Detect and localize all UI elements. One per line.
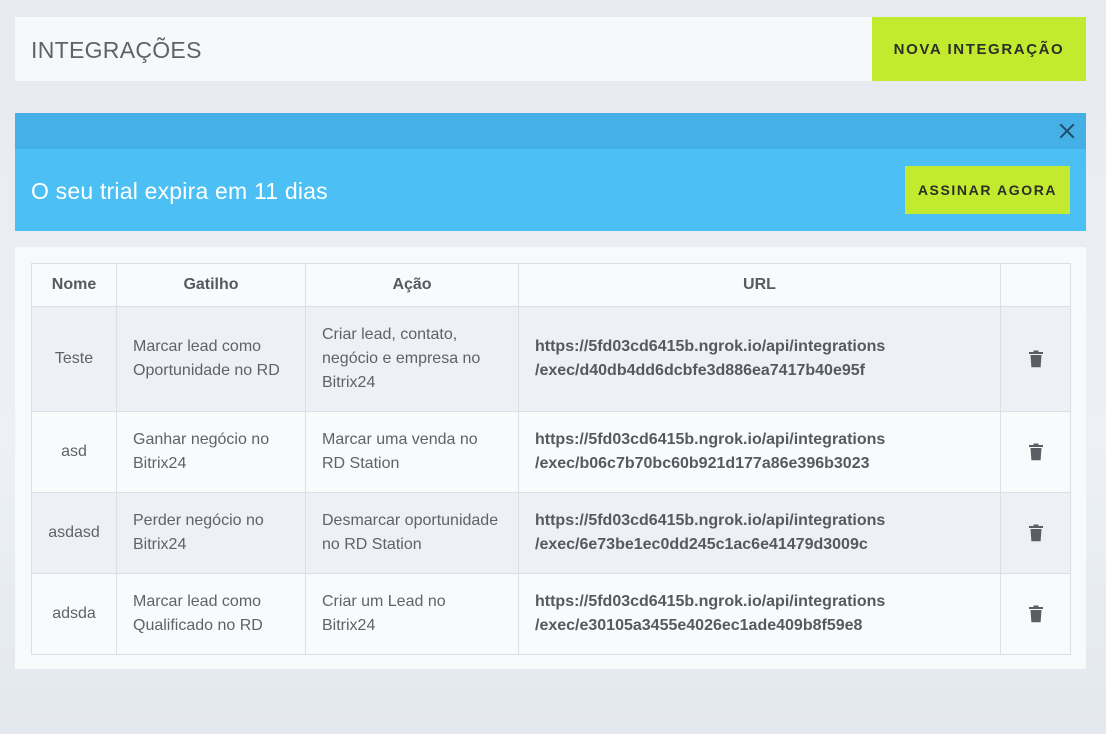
column-header-trigger: Gatilho [116,263,306,307]
cell-action: Marcar uma venda no RD Station [305,411,519,493]
integrations-table: Nome Gatilho Ação URL Teste Marcar lead … [31,263,1071,655]
trash-icon[interactable] [1028,524,1044,542]
url-line-1: https://5fd03cd6415b.ngrok.io/api/integr… [535,593,886,610]
integrations-panel: Nome Gatilho Ação URL Teste Marcar lead … [15,247,1086,669]
table-row: asdasd Perder negócio no Bitrix24 Desmar… [31,492,1071,574]
cell-action: Criar lead, contato, negócio e empresa n… [305,306,519,412]
cell-trigger: Marcar lead como Qualificado no RD [116,573,306,655]
cell-url: https://5fd03cd6415b.ngrok.io/api/integr… [518,411,1001,493]
column-header-name: Nome [31,263,117,307]
cell-name: asd [31,411,117,493]
cell-trigger: Perder negócio no Bitrix24 [116,492,306,574]
table-header-row: Nome Gatilho Ação URL [31,263,1071,307]
cell-url: https://5fd03cd6415b.ngrok.io/api/integr… [518,573,1001,655]
cell-delete [1000,306,1071,412]
url-line-1: https://5fd03cd6415b.ngrok.io/api/integr… [535,338,886,355]
alert-body: O seu trial expira em 11 dias ASSINAR AG… [15,149,1086,231]
url-line-2: /exec/d40db4dd6dcbfe3d886ea7417b40e95f [535,362,865,379]
trash-icon[interactable] [1028,350,1044,368]
cell-name: adsda [31,573,117,655]
table-row: asd Ganhar negócio no Bitrix24 Marcar um… [31,411,1071,493]
trash-icon[interactable] [1028,443,1044,461]
column-header-action: Ação [305,263,519,307]
cell-trigger: Ganhar negócio no Bitrix24 [116,411,306,493]
cell-delete [1000,411,1071,493]
table-row: adsda Marcar lead como Qualificado no RD… [31,573,1071,655]
cell-trigger: Marcar lead como Oportunidade no RD [116,306,306,412]
trash-icon[interactable] [1028,605,1044,623]
cell-action: Desmarcar oportunidade no RD Station [305,492,519,574]
trial-alert: O seu trial expira em 11 dias ASSINAR AG… [15,113,1086,231]
column-header-url: URL [518,263,1001,307]
cell-delete [1000,573,1071,655]
subscribe-button[interactable]: ASSINAR AGORA [905,166,1070,214]
alert-top-bar [15,113,1086,149]
trial-message: O seu trial expira em 11 dias [31,178,328,204]
table-row: Teste Marcar lead como Oportunidade no R… [31,306,1071,412]
url-line-2: /exec/6e73be1ec0dd245c1ac6e41479d3009c [535,536,868,553]
url-line-1: https://5fd03cd6415b.ngrok.io/api/integr… [535,512,886,529]
close-icon[interactable] [1058,122,1076,140]
url-line-2: /exec/b06c7b70bc60b921d177a86e396b3023 [535,455,870,472]
cell-action: Criar um Lead no Bitrix24 [305,573,519,655]
url-line-2: /exec/e30105a3455e4026ec1ade409b8f59e8 [535,617,863,634]
cell-url: https://5fd03cd6415b.ngrok.io/api/integr… [518,492,1001,574]
cell-delete [1000,492,1071,574]
cell-name: asdasd [31,492,117,574]
cell-name: Teste [31,306,117,412]
column-header-delete [1000,263,1071,307]
new-integration-button[interactable]: NOVA INTEGRAÇÃO [872,17,1086,81]
url-line-1: https://5fd03cd6415b.ngrok.io/api/integr… [535,431,886,448]
page-title: INTEGRAÇÕES [31,37,202,63]
page-header: INTEGRAÇÕES NOVA INTEGRAÇÃO [15,17,1086,81]
cell-url: https://5fd03cd6415b.ngrok.io/api/integr… [518,306,1001,412]
